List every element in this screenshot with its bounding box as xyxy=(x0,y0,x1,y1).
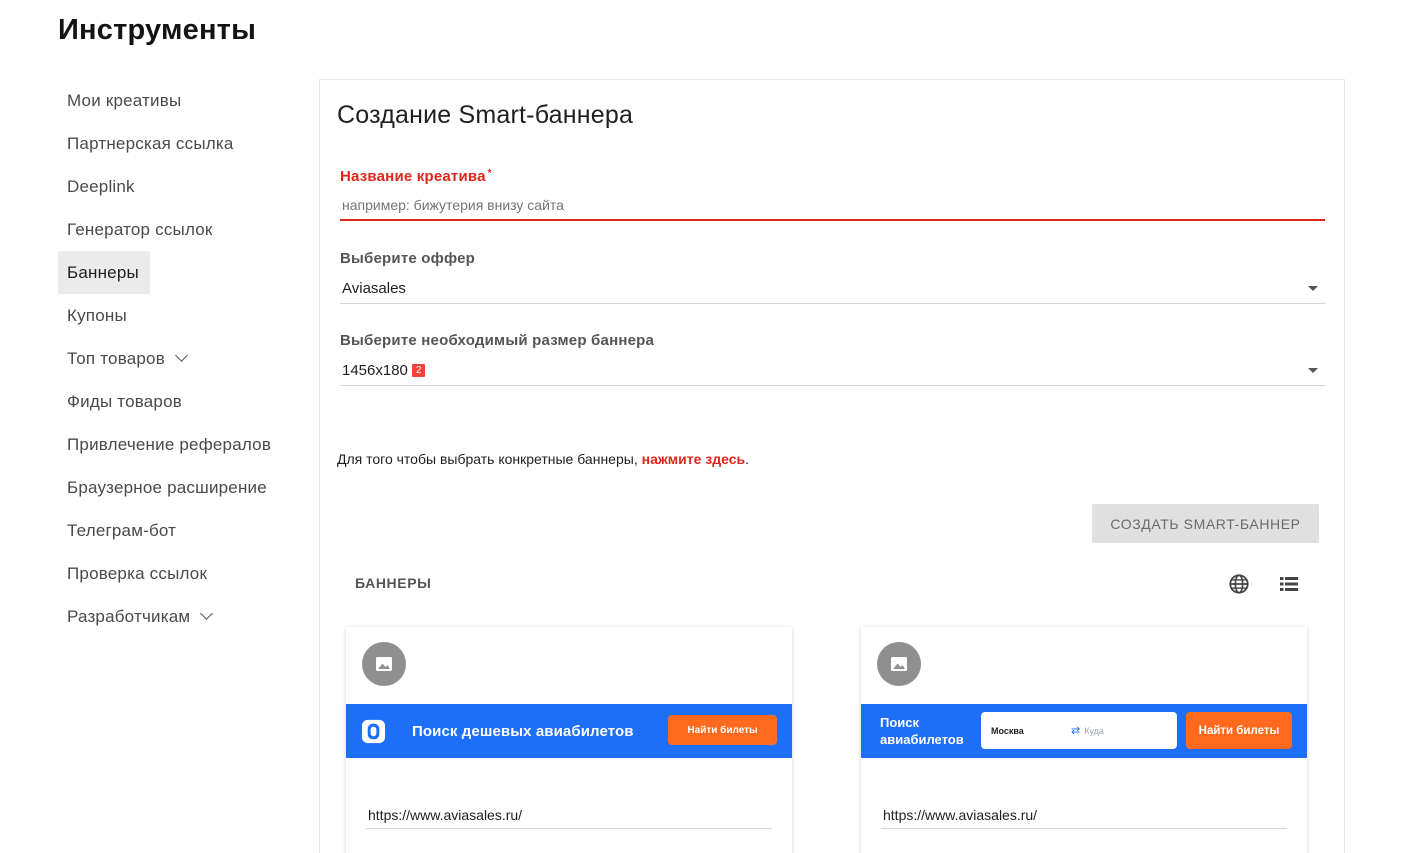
banner-search-box: Москва ⇄ Куда xyxy=(981,712,1177,749)
sidebar-item-top-products[interactable]: Топ товаров xyxy=(58,337,298,380)
dropdown-arrow-icon xyxy=(1308,367,1318,373)
sidebar-item-label: Генератор ссылок xyxy=(67,219,213,239)
sidebar-item-label: Браузерное расширение xyxy=(67,477,267,497)
sidebar-item-my-creatives[interactable]: Мои креативы xyxy=(58,79,298,122)
image-placeholder-icon xyxy=(877,642,921,686)
find-tickets-button: Найти билеты xyxy=(1186,712,1292,749)
sidebar-item-referrals[interactable]: Привлечение рефералов xyxy=(58,423,298,466)
offer-select-underline xyxy=(340,303,1325,304)
globe-icon[interactable] xyxy=(1228,573,1250,595)
sidebar-item-label: Партнерская ссылка xyxy=(67,133,234,153)
hint-suffix: . xyxy=(745,451,750,467)
sidebar-item-coupons[interactable]: Купоны xyxy=(58,294,298,337)
panel-title: Создание Smart-баннера xyxy=(337,101,634,129)
sidebar-item-label: Купоны xyxy=(67,305,127,325)
banner-count-badge: 2 xyxy=(411,364,426,378)
sidebar-item-label: Баннеры xyxy=(67,262,139,282)
banner-to-placeholder: Куда xyxy=(1084,725,1104,736)
sidebar-item-partner-link[interactable]: Партнерская ссылка xyxy=(58,122,298,165)
required-mark: * xyxy=(487,168,492,179)
creative-name-field: Название креатива * xyxy=(340,168,1325,221)
banner-from-city: Москва xyxy=(991,725,1024,736)
sidebar-item-label: Фиды товаров xyxy=(67,391,182,411)
page-title: Инструменты xyxy=(58,14,257,46)
sidebar-item-link-check[interactable]: Проверка ссылок xyxy=(58,552,298,595)
creative-name-label-text: Название креатива xyxy=(340,168,486,185)
banner-card[interactable]: Поиск дешевых авиабилетов Найти билеты h… xyxy=(346,627,792,853)
banner-headline: Поиск авиабилетов xyxy=(880,715,964,747)
image-icon xyxy=(891,657,907,671)
sidebar-item-link-generator[interactable]: Генератор ссылок xyxy=(58,208,298,251)
sidebar-item-telegram-bot[interactable]: Телеграм-бот xyxy=(58,509,298,552)
banners-section-title: БАННЕРЫ xyxy=(355,575,432,591)
banner-size-underline xyxy=(340,385,1325,386)
banner-preview: Поиск дешевых авиабилетов Найти билеты xyxy=(346,704,792,758)
banner-url-field[interactable]: https://www.aviasales.ru/ xyxy=(366,802,772,829)
sidebar-item-browser-extension[interactable]: Браузерное расширение xyxy=(58,466,298,509)
creative-name-underline xyxy=(340,219,1325,221)
banner-size-field: Выберите необходимый размер баннера 1456… xyxy=(340,332,1325,386)
banner-headline: Поиск дешевых авиабилетов xyxy=(412,722,634,740)
hint-text: Для того чтобы выбрать конкретные баннер… xyxy=(337,451,642,467)
smart-banner-panel: Создание Smart-баннера Название креатива… xyxy=(319,79,1345,853)
chevron-down-icon xyxy=(200,607,214,620)
sidebar-item-developers[interactable]: Разработчикам xyxy=(58,595,298,638)
sidebar-item-label: Телеграм-бот xyxy=(67,520,177,540)
banner-card[interactable]: Поиск авиабилетов Москва ⇄ Куда Найти би… xyxy=(861,627,1307,853)
banner-size-label: Выберите необходимый размер баннера xyxy=(340,332,655,349)
banner-preview: Поиск авиабилетов Москва ⇄ Куда Найти би… xyxy=(861,704,1307,758)
creative-name-label: Название креатива * xyxy=(340,168,1325,185)
image-icon xyxy=(376,657,392,671)
offer-select-field: Выберите оффер Aviasales xyxy=(340,250,1325,304)
aviasales-logo-icon xyxy=(361,719,386,743)
offer-select[interactable]: Aviasales xyxy=(340,276,1325,300)
sidebar-nav: Мои креативы Партнерская ссылка Deeplink… xyxy=(58,79,298,638)
banner-url-field[interactable]: https://www.aviasales.ru/ xyxy=(881,802,1287,829)
click-here-link[interactable]: нажмите здесь xyxy=(642,451,746,467)
chevron-down-icon xyxy=(175,349,188,362)
find-tickets-button: Найти билеты xyxy=(668,715,777,745)
offer-select-label: Выберите оффер xyxy=(340,250,476,267)
sidebar-item-label: Разработчикам xyxy=(67,606,191,626)
sidebar-item-label: Мои креативы xyxy=(67,90,182,110)
list-view-icon[interactable] xyxy=(1279,574,1299,594)
sidebar-item-product-feeds[interactable]: Фиды товаров xyxy=(58,380,298,423)
sidebar-item-banners[interactable]: Баннеры xyxy=(58,251,150,294)
swap-arrows-icon: ⇄ xyxy=(1071,725,1081,737)
banner-size-value: 1456x180 xyxy=(342,361,408,379)
sidebar-item-label: Топ товаров xyxy=(67,348,165,368)
select-banners-hint: Для того чтобы выбрать конкретные баннер… xyxy=(337,451,749,467)
sidebar-item-label: Проверка ссылок xyxy=(67,563,208,583)
image-placeholder-icon xyxy=(362,642,406,686)
dropdown-arrow-icon xyxy=(1308,285,1318,291)
create-smart-banner-button[interactable]: СОЗДАТЬ SMART-БАННЕР xyxy=(1092,504,1319,543)
banner-size-select[interactable]: 1456x180 2 xyxy=(340,358,1325,382)
sidebar-item-deeplink[interactable]: Deeplink xyxy=(58,165,298,208)
creative-name-input[interactable] xyxy=(340,194,1325,216)
sidebar-item-label: Deeplink xyxy=(67,176,135,196)
banner-size-value-wrap: 1456x180 2 xyxy=(342,361,426,379)
offer-select-value: Aviasales xyxy=(342,279,406,297)
sidebar-item-label: Привлечение рефералов xyxy=(67,434,272,454)
